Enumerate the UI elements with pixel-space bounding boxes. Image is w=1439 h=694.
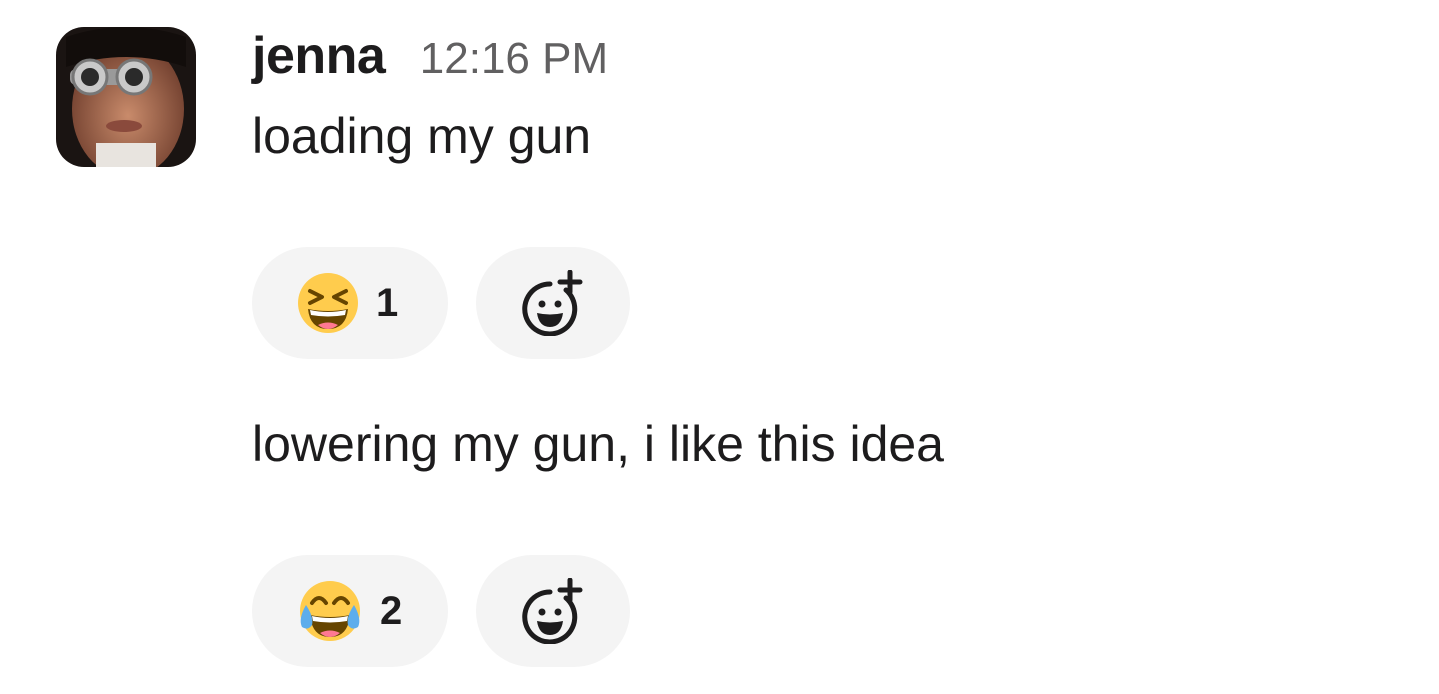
- reaction-bar: 1: [252, 247, 630, 359]
- add-reaction-button[interactable]: [476, 555, 630, 667]
- reaction-pill[interactable]: 2: [252, 555, 448, 667]
- avatar[interactable]: [56, 27, 196, 167]
- message-timestamp[interactable]: 12:16 PM: [420, 34, 608, 83]
- reaction-bar: 2: [252, 555, 630, 667]
- reaction-count: 2: [380, 588, 403, 633]
- add-reaction-button[interactable]: [476, 247, 630, 359]
- author-name[interactable]: jenna: [252, 27, 386, 85]
- reaction-pill[interactable]: 1: [252, 247, 448, 359]
- reaction-count: 1: [376, 280, 399, 325]
- add-reaction-icon: [522, 578, 584, 644]
- add-reaction-icon: [522, 270, 584, 336]
- face-with-tears-of-joy-icon: [296, 579, 364, 643]
- message-text: lowering my gun, i like this idea: [252, 416, 944, 472]
- laughing-squinting-face-icon: [296, 271, 360, 335]
- message-header: jenna 12:16 PM: [252, 26, 608, 86]
- message-text: loading my gun: [252, 108, 592, 164]
- user-avatar-image: [56, 27, 196, 167]
